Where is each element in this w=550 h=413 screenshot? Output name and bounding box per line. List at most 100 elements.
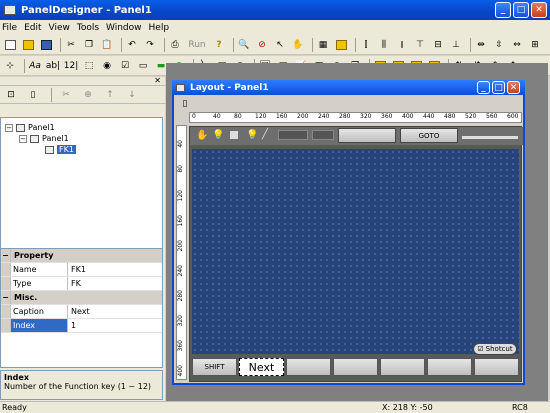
pane-close-icon[interactable]: ✕ — [0, 77, 165, 86]
hand-icon[interactable]: ✋ — [291, 38, 305, 52]
page-icon[interactable]: ▯ — [178, 97, 192, 111]
frame-tool-icon[interactable]: ⬚ — [82, 59, 96, 73]
align-middle-icon[interactable]: ⊟ — [431, 38, 445, 52]
run-button[interactable]: Run — [186, 38, 208, 52]
tree-item-fk1[interactable]: FK1 — [45, 144, 76, 155]
goto-button[interactable]: GOTO — [400, 128, 458, 143]
mode-indicator-2[interactable] — [312, 130, 334, 140]
layout-close-button[interactable]: ✕ — [507, 81, 520, 94]
maximize-button[interactable]: □ — [513, 2, 529, 18]
tree-add-icon[interactable]: ⊕ — [81, 88, 95, 102]
space-h-icon[interactable]: ⇹ — [474, 38, 488, 52]
radio-tool-icon[interactable]: ◉ — [100, 59, 114, 73]
lamp-icon[interactable]: 💡 — [212, 130, 224, 141]
checkbox-icon: ☑ — [477, 345, 484, 353]
move-up-icon[interactable]: ↑ — [103, 88, 117, 102]
textbox-tool-icon[interactable]: ab| — [46, 59, 60, 73]
ruler-top-tick: 40 — [213, 113, 221, 120]
bulb-icon[interactable]: 💡 — [246, 130, 258, 141]
slider[interactable] — [462, 136, 518, 139]
fk3-button[interactable] — [333, 358, 378, 376]
ruler-top-tick: 240 — [318, 113, 330, 120]
ruler-left-tick: 160 — [177, 215, 184, 227]
panel-canvas[interactable]: ✋ 💡 💡 ╱ GOTO ☑ Shotcut SHIFT Next — [189, 126, 523, 382]
stop-icon[interactable] — [230, 131, 238, 139]
checkbox-tool-icon[interactable]: ☑ — [118, 59, 132, 73]
grid-icon[interactable]: ▦ — [316, 38, 330, 52]
snap-icon[interactable] — [334, 38, 348, 52]
menu-window[interactable]: Window — [106, 23, 142, 33]
text-tool-icon[interactable]: Aa — [28, 59, 42, 73]
save-icon[interactable] — [39, 38, 53, 52]
property-row[interactable]: Name FK1 — [1, 263, 162, 277]
property-row[interactable]: Type FK — [1, 277, 162, 291]
align-left-icon[interactable]: ⫿ — [359, 38, 373, 52]
copy-icon[interactable]: ❐ — [82, 38, 96, 52]
ruler-top-tick: 0 — [192, 113, 196, 120]
property-category[interactable]: − Property — [1, 249, 162, 263]
fk4-button[interactable] — [380, 358, 425, 376]
ruler-left-tick: 200 — [177, 240, 184, 252]
print-icon[interactable]: ⎙ — [168, 38, 182, 52]
property-row[interactable]: Caption Next — [1, 305, 162, 319]
zoom-out-icon[interactable]: ⊘ — [255, 38, 269, 52]
layout-minimize-button[interactable]: _ — [477, 81, 490, 94]
panel-view-icon[interactable]: ⊡ — [4, 88, 18, 102]
ruler-left-tick: 280 — [177, 290, 184, 302]
tree-item-root[interactable]: − Panel1 — [5, 122, 55, 133]
ruler-top-tick: 80 — [234, 113, 242, 120]
property-row-selected[interactable]: Index 1 — [1, 319, 162, 333]
select-tool-icon[interactable]: ⊹ — [3, 59, 17, 73]
minimize-button[interactable]: _ — [495, 2, 511, 18]
fk6-button[interactable] — [474, 358, 519, 376]
zoom-icon[interactable]: 🔍 — [237, 38, 251, 52]
close-button[interactable]: ✕ — [531, 2, 547, 18]
page-view-icon[interactable]: ▯ — [26, 88, 40, 102]
menu-view[interactable]: View — [49, 23, 70, 33]
shotcut-button[interactable]: ☑ Shotcut — [473, 343, 517, 355]
align-top-icon[interactable]: ⊤ — [413, 38, 427, 52]
status-button[interactable] — [338, 128, 396, 143]
redo-icon[interactable]: ↷ — [143, 38, 157, 52]
move-down-icon[interactable]: ↓ — [125, 88, 139, 102]
hand-icon[interactable]: ✋ — [196, 130, 208, 141]
ruler-top-tick: 360 — [381, 113, 393, 120]
ruler-top-tick: 440 — [423, 113, 435, 120]
align-bottom-icon[interactable]: ⊥ — [449, 38, 463, 52]
mode-indicator[interactable] — [278, 130, 308, 140]
tree-item-panel[interactable]: − Panel1 — [19, 133, 69, 144]
new-file-icon[interactable] — [3, 38, 17, 52]
collapse-icon[interactable]: − — [1, 249, 11, 262]
button-tool-icon[interactable]: ▭ — [136, 59, 150, 73]
menu-edit[interactable]: Edit — [24, 23, 41, 33]
align-right-icon[interactable]: ⫾ — [395, 38, 409, 52]
help-icon[interactable]: ? — [212, 38, 226, 52]
pen-icon[interactable]: ╱ — [262, 129, 268, 140]
fk2-button[interactable] — [286, 358, 331, 376]
space-v-icon[interactable]: ⇳ — [492, 38, 506, 52]
layout-maximize-button[interactable]: □ — [492, 81, 505, 94]
same-width-icon[interactable]: ⇔ — [510, 38, 524, 52]
menu-tools[interactable]: Tools — [77, 23, 99, 33]
menu-file[interactable]: File — [2, 23, 17, 33]
open-folder-icon[interactable] — [21, 38, 35, 52]
status-rc: RC8 — [512, 403, 528, 412]
property-category[interactable]: − Misc. — [1, 291, 162, 305]
fk5-button[interactable] — [427, 358, 472, 376]
tree-cut-icon[interactable]: ✂ — [59, 88, 73, 102]
collapse-icon[interactable]: − — [5, 123, 13, 132]
fk1-next-button[interactable]: Next — [239, 358, 284, 376]
paste-icon[interactable]: 📋 — [100, 38, 114, 52]
menu-help[interactable]: Help — [149, 23, 170, 33]
collapse-icon[interactable]: − — [19, 134, 27, 143]
undo-icon[interactable]: ↶ — [125, 38, 139, 52]
ruler-top-tick: 400 — [402, 113, 414, 120]
same-size-icon[interactable]: ⊞ — [528, 38, 542, 52]
collapse-icon[interactable]: − — [1, 291, 11, 304]
number-tool-icon[interactable]: 12| — [64, 59, 78, 73]
fk-shift-button[interactable]: SHIFT — [192, 358, 237, 376]
pointer-icon[interactable]: ↖ — [273, 38, 287, 52]
design-grid[interactable] — [192, 149, 519, 354]
align-center-icon[interactable]: ⫼ — [377, 38, 391, 52]
cut-icon[interactable]: ✂ — [64, 38, 78, 52]
